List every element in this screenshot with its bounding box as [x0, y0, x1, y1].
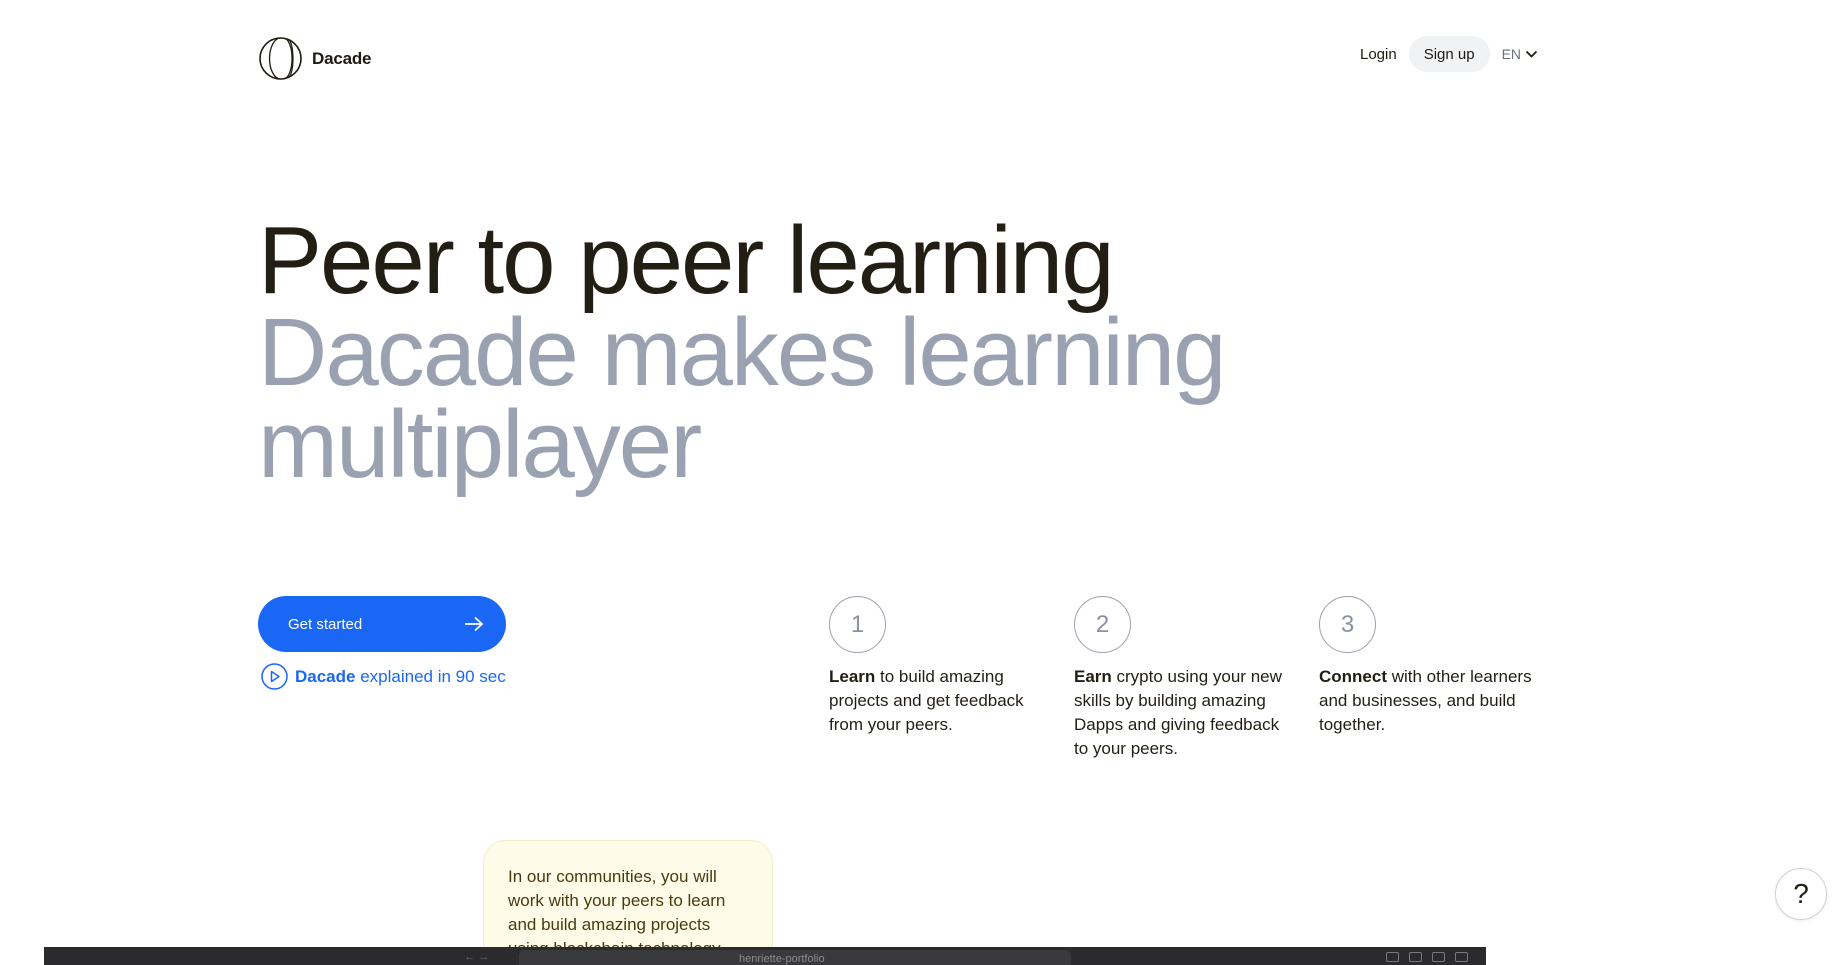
step-number: 2: [1074, 596, 1131, 653]
get-started-label: Get started: [288, 615, 363, 633]
chevron-down-icon: [1525, 50, 1538, 58]
step-keyword: Connect: [1319, 667, 1387, 686]
step-keyword: Earn: [1074, 667, 1112, 686]
hero-subtitle: Dacade makes learning multiplayer: [258, 299, 1227, 498]
step-connect: 3 Connect with other learners and busine…: [1319, 596, 1539, 737]
sidebar-icon[interactable]: [1386, 952, 1399, 962]
step-description: Connect with other learners and business…: [1319, 665, 1539, 737]
hero-title: Peer to peer learning: [258, 207, 1115, 314]
signup-button[interactable]: Sign up: [1408, 36, 1490, 72]
arrow-right-icon: [465, 616, 484, 632]
language-label: EN: [1501, 46, 1522, 62]
window-icon[interactable]: [1409, 952, 1422, 962]
dacade-logo-icon: [259, 37, 302, 80]
step-number: 3: [1319, 596, 1376, 653]
language-selector[interactable]: EN: [1502, 46, 1538, 62]
step-earn: 2 Earn crypto using your new skills by b…: [1074, 596, 1294, 761]
explainer-rest: explained in 90 sec: [355, 666, 506, 686]
explainer-brand: Dacade: [295, 666, 356, 686]
step-description: Earn crypto using your new skills by bui…: [1074, 665, 1294, 761]
hero: Peer to peer learning Dacade makes learn…: [258, 207, 1358, 498]
step-number: 1: [829, 596, 886, 653]
browser-back-forward-icon[interactable]: ← →: [464, 951, 489, 963]
browser-url-field[interactable]: henriette-portfolio: [519, 950, 1071, 965]
login-link[interactable]: Login: [1350, 46, 1409, 63]
split-view-icon[interactable]: [1432, 952, 1445, 962]
browser-toolbar-icons: [1386, 952, 1468, 962]
explainer-video-link[interactable]: Dacade explained in 90 sec: [261, 663, 506, 690]
explainer-label: Dacade explained in 90 sec: [295, 667, 506, 687]
step-keyword: Learn: [829, 667, 876, 686]
play-icon: [261, 663, 288, 690]
top-nav: Login Sign up EN: [1350, 36, 1538, 72]
brand-name: Dacade: [312, 48, 372, 68]
get-started-button[interactable]: Get started: [258, 596, 506, 652]
settings-icon[interactable]: [1455, 952, 1468, 962]
help-button[interactable]: ?: [1775, 868, 1827, 920]
step-learn: 1 Learn to build amazing projects and ge…: [829, 596, 1049, 737]
browser-preview-bar: ← → henriette-portfolio: [44, 947, 1486, 965]
step-description: Learn to build amazing projects and get …: [829, 665, 1049, 737]
logo[interactable]: Dacade: [258, 36, 371, 81]
